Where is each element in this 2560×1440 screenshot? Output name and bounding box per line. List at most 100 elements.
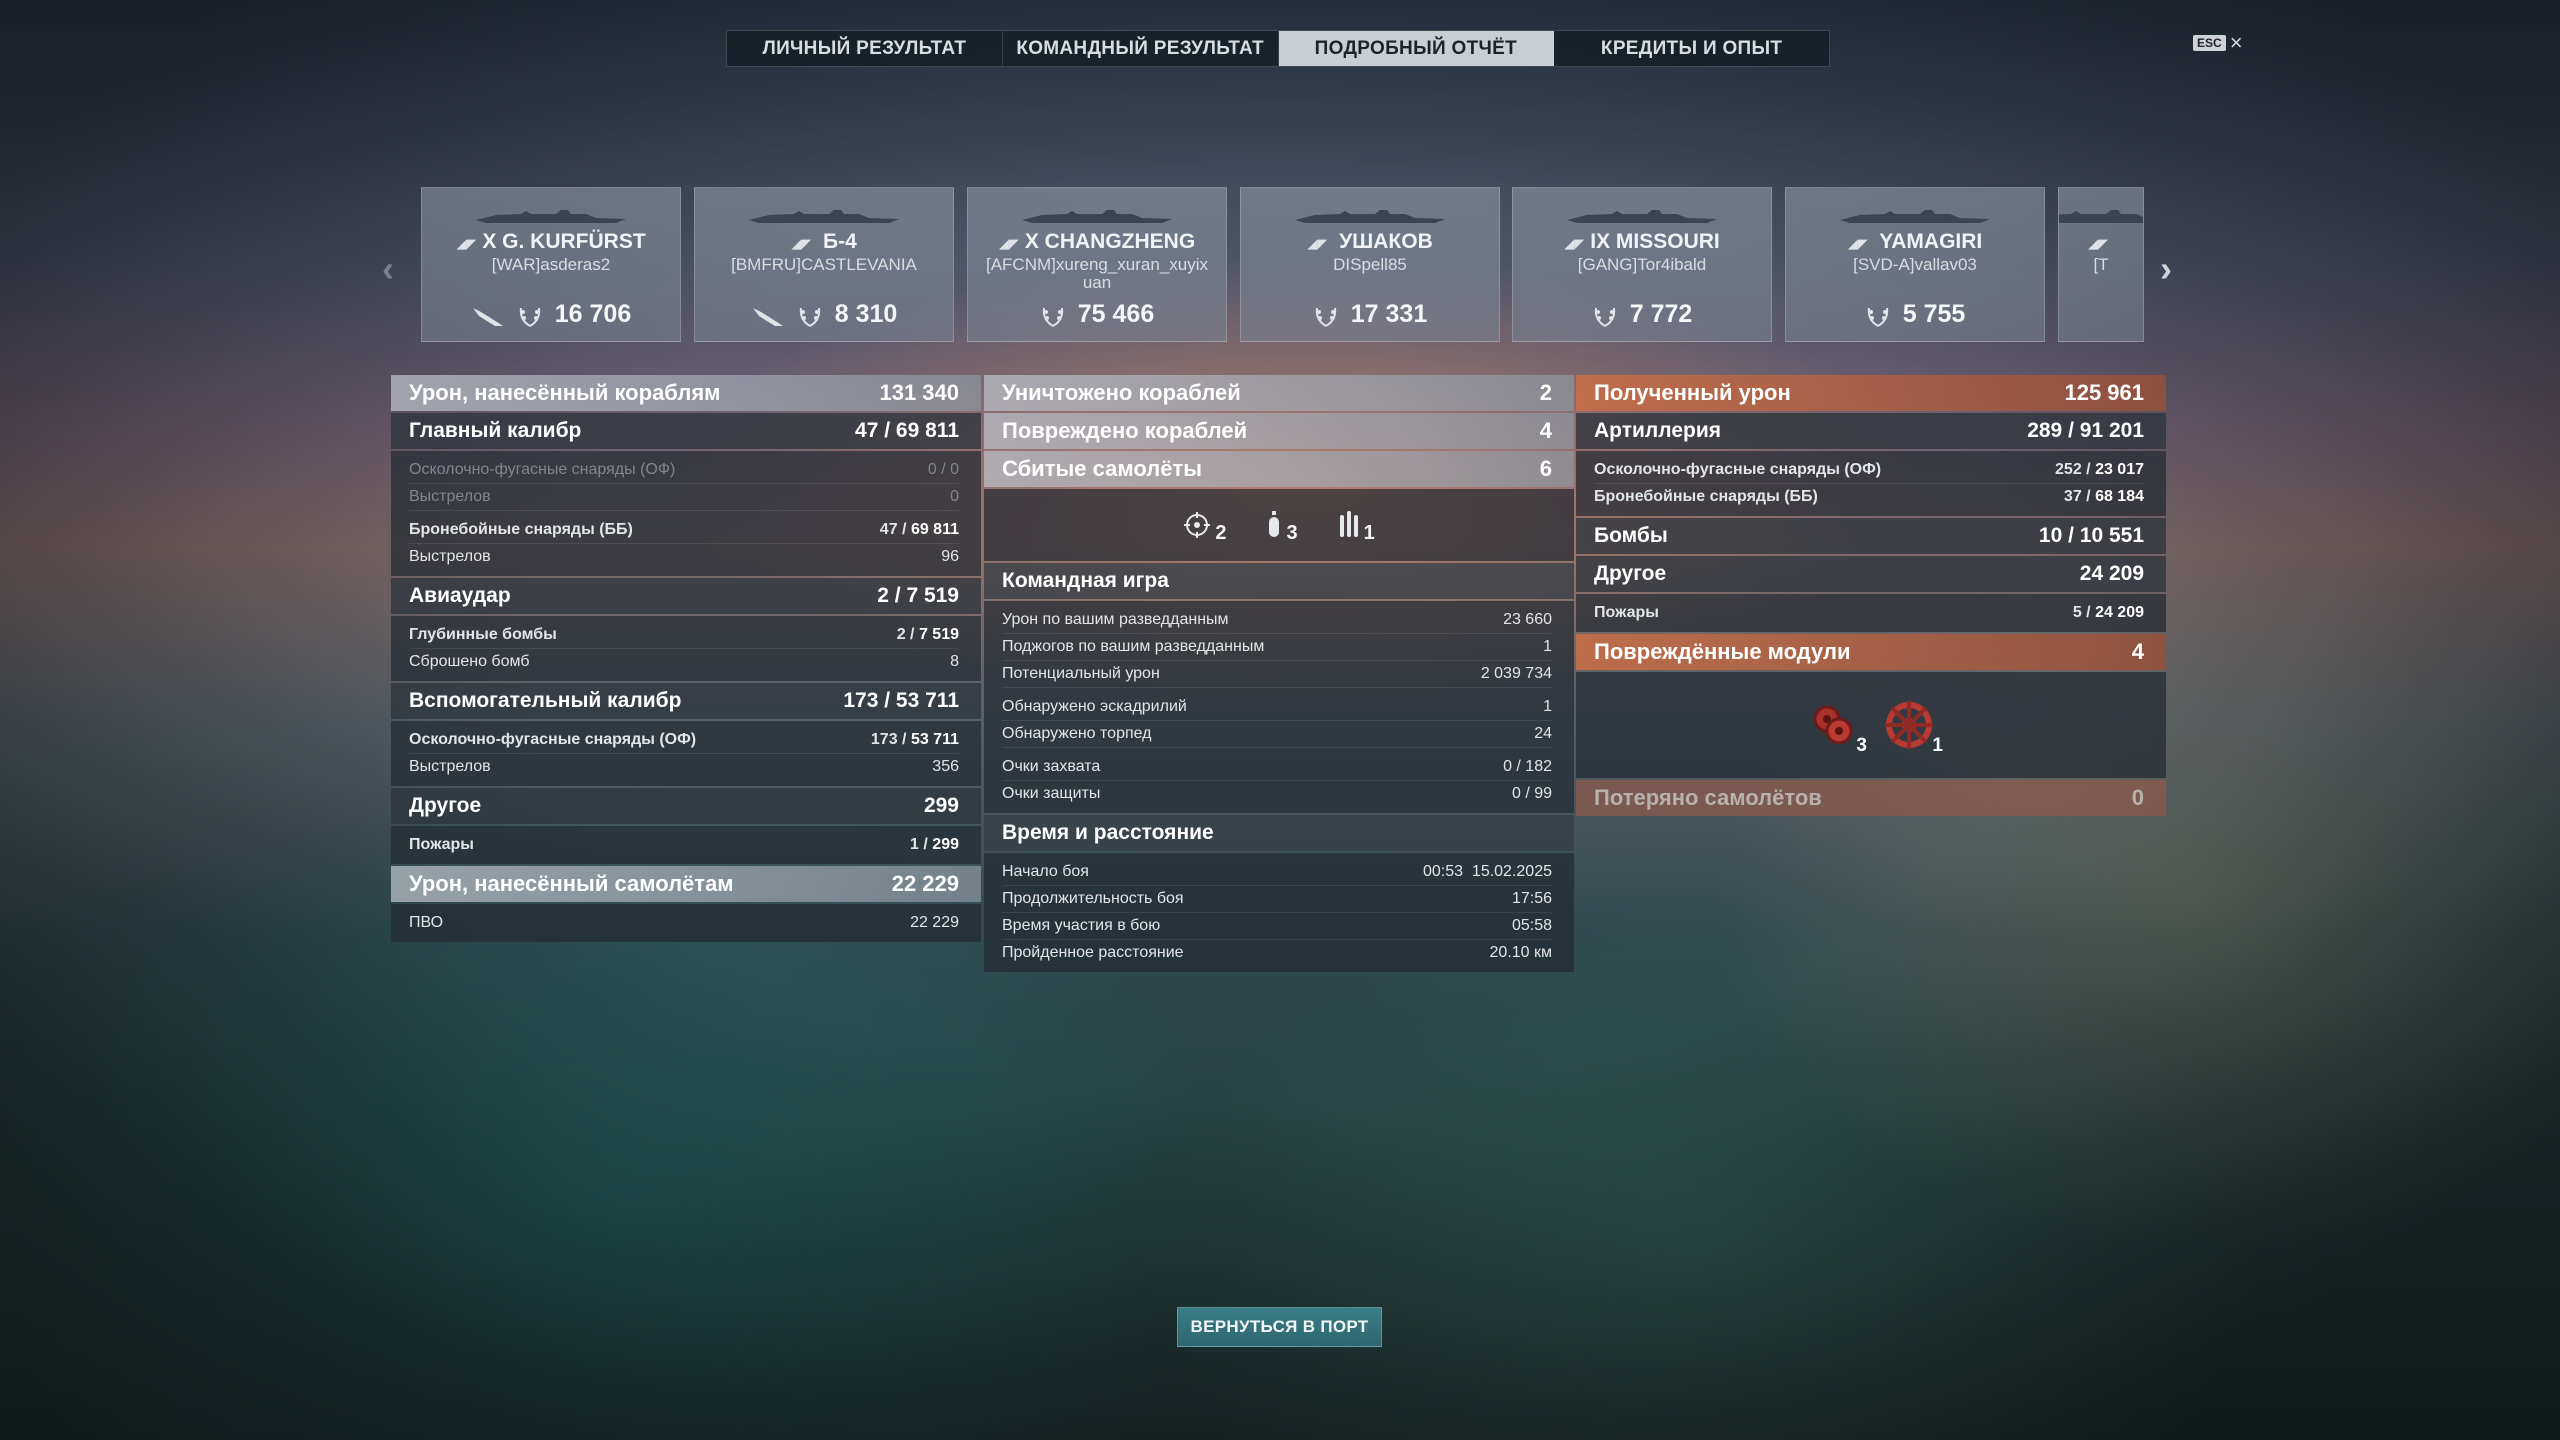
ship-class-icon: ◢◤ [1307,236,1328,251]
torpedoes-spotted-row: Обнаружено торпед 24 [1002,721,1552,748]
ship-class-icon: ◢◤ [1847,236,1868,251]
secondary-shots-row: Выстрелов 356 [409,758,959,775]
ship-name: ◢◤ X CHANGZHENG [998,230,1196,253]
time-distance-header: Время и расстояние [984,815,1574,851]
kills-teamplay-panel: Уничтожено кораблей 2 Повреждено кораблей… [984,375,1574,974]
bomb-icon [1269,511,1280,537]
damage-value: 17 331 [1350,300,1428,328]
he-shots-row: Выстрелов 0 [409,484,959,511]
ship-card[interactable]: ◢◤ [T [2058,187,2144,342]
distance-row: Пройденное расстояние 20.10 км [1002,944,1552,961]
tab-team-result[interactable]: КОМАНДНЫЙ РЕЗУЛЬТАТ [1003,31,1279,66]
received-fires-row: Пожары 5 / 24 209 [1594,604,2144,621]
tab-personal-result[interactable]: ЛИЧНЫЙ РЕЗУЛЬТАТ [727,31,1003,66]
ship-card[interactable]: ◢◤ X CHANGZHENG [AFCNM]xureng_xuran_xuyixu… [967,187,1227,342]
player-name: [GANG]Tor4ibald [1577,255,1707,274]
torpedo-count: 1 [1338,511,1375,544]
battle-start-row: Начало боя 00:53 15.02.2025 [1002,859,1552,886]
fires-row: Пожары 1 / 299 [409,836,959,853]
laurel-damage-icon [799,307,820,327]
ship-stats: 7 772 [1513,300,1771,329]
ship-class-icon: ◢◤ [456,236,477,251]
damage-dealt-panel: Урон, нанесённый кораблям 131 340 Главны… [391,375,981,944]
ship-name: ◢◤ [2059,230,2143,254]
damage-to-ships-header: Урон, нанесённый кораблям 131 340 [391,375,981,411]
player-name: DISpell85 [1333,255,1407,274]
ship-silhouette-icon [1022,210,1172,223]
torpedo-hit-icon [752,307,783,326]
ship-card[interactable]: ◢◤ YAMAGIRI [SVD-A]vallav03 5 755 [1785,187,2045,342]
damaged-modules-header: Повреждённые модули 4 [1576,634,2166,670]
carousel-next-arrow-icon[interactable]: › [2160,248,2172,290]
planes-shot-header: Сбитые самолёты 6 [984,451,1574,487]
player-name: [SVD-A]vallav03 [1853,255,1977,274]
received-ap-row: Бронебойные снаряды (ББ) 37 / 68 184 [1594,488,2144,505]
engine-module: 3 [1805,697,1867,756]
ship-card[interactable]: ◢◤ Б-4 [BMFRU]CASTLEVANIA 8 310 [694,187,954,342]
other-damage-header: Другое 299 [391,788,981,824]
received-other-details: Пожары 5 / 24 209 [1576,594,2166,632]
damage-value: 16 706 [554,300,632,328]
battle-duration-row: Продолжительность боя 17:56 [1002,886,1552,913]
secondary-header: Вспомогательный калибр 173 / 53 711 [391,683,981,719]
artillery-header: Артиллерия 289 / 91 201 [1576,413,2166,449]
participation-time-row: Время участия в бою 05:58 [1002,913,1552,940]
main-caliber-details: Осколочно-фугасные снаряды (ОФ) 0 / 0 Выс… [391,451,981,576]
defense-points-row: Очки защиты 0 / 99 [1002,785,1552,802]
esc-key-hint: ESC [2193,35,2226,51]
ship-silhouette-icon [749,210,899,223]
received-bombs-header: Бомбы 10 / 10 551 [1576,518,2166,554]
ship-silhouette-icon [2059,210,2143,223]
damage-to-ships-value: 131 340 [879,380,959,405]
ship-card[interactable]: ◢◤ IX MISSOURI [GANG]Tor4ibald 7 772 [1512,187,1772,342]
ship-stats: 8 310 [695,300,953,329]
player-name: [WAR]asderas2 [491,255,611,274]
player-name: [BMFRU]CASTLEVANIA [731,255,917,274]
ship-class-icon: ◢◤ [998,236,1019,251]
laurel-damage-icon [1867,307,1888,327]
teamplay-header: Командная игра [984,563,1574,599]
steering-gear-icon [1885,701,1933,749]
damage-received-panel: Полученный урон 125 961 Артиллерия 289 / … [1576,375,2166,818]
he-shells-row: Осколочно-фугасные снаряды (ОФ) 0 / 0 [409,457,959,484]
ship-stats: 17 331 [1241,300,1499,329]
tab-detailed-report[interactable]: ПОДРОБНЫЙ ОТЧЁТ [1278,31,1555,66]
carousel-prev-arrow-icon[interactable]: ‹ [382,248,394,290]
ship-silhouette-icon [476,210,626,223]
main-caliber-value: 47 / 69 811 [855,419,959,442]
received-he-row: Осколочно-фугасные снаряды (ОФ) 252 / 23 … [1594,457,2144,484]
ship-stats: 5 755 [1786,300,2044,329]
planes-shot-breakdown: 2 3 1 [984,489,1574,561]
depth-charges-row: Глубинные бомбы 2 / 7 519 [409,622,959,649]
close-button[interactable]: ESC × [2193,32,2243,54]
tab-credits-xp[interactable]: КРЕДИТЫ И ОПЫТ [1554,31,1829,66]
received-damage-header: Полученный урон 125 961 [1576,375,2166,411]
artillery-details: Осколочно-фугасные снаряды (ОФ) 252 / 23 … [1576,451,2166,516]
destroyed-ships-header: Уничтожено кораблей 2 [984,375,1574,411]
ship-silhouette-icon [1567,210,1717,223]
damaged-ships-header: Повреждено кораблей 4 [984,413,1574,449]
spotting-fires-row: Поджогов по вашим разведданным 1 [1002,634,1552,661]
ship-card[interactable]: ◢◤ X G. KURFÜRST [WAR]asderas2 16 706 [421,187,681,342]
ship-silhouette-icon [1295,210,1445,223]
secondary-details: Осколочно-фугасные снаряды (ОФ) 173 / 53 … [391,721,981,786]
capture-points-row: Очки захвата 0 / 182 [1002,754,1552,781]
teamplay-details: Урон по вашим разведданным 23 660 Поджого… [984,601,1574,813]
secondary-he-row: Осколочно-фугасные снаряды (ОФ) 173 / 53 … [409,727,959,754]
aa-details: ПВО 22 229 [391,904,981,942]
airstrike-details: Глубинные бомбы 2 / 7 519 Сброшено бомб 8 [391,616,981,681]
return-to-port-button[interactable]: ВЕРНУТЬСЯ В ПОРТ [1177,1307,1382,1347]
damage-value: 7 772 [1629,300,1693,328]
results-tabs: ЛИЧНЫЙ РЕЗУЛЬТАТ КОМАНДНЫЙ РЕЗУЛЬТАТ ПОД… [726,30,1830,67]
laurel-damage-icon [1594,307,1615,327]
damage-to-planes-header: Урон, нанесённый самолётам 22 229 [391,866,981,902]
ship-name: ◢◤ Б-4 [791,230,857,253]
ship-stats: 75 466 [968,300,1226,329]
ship-name: ◢◤ УШАКОВ [1307,230,1433,253]
ship-name: ◢◤ X G. KURFÜRST [456,230,646,253]
damage-to-ships-label: Урон, нанесённый кораблям [409,380,721,405]
ship-card[interactable]: ◢◤ УШАКОВ DISpell85 17 331 [1240,187,1500,342]
torpedo-hit-icon [472,307,503,326]
ship-stats: 16 706 [422,300,680,329]
laurel-damage-icon [1315,307,1336,327]
